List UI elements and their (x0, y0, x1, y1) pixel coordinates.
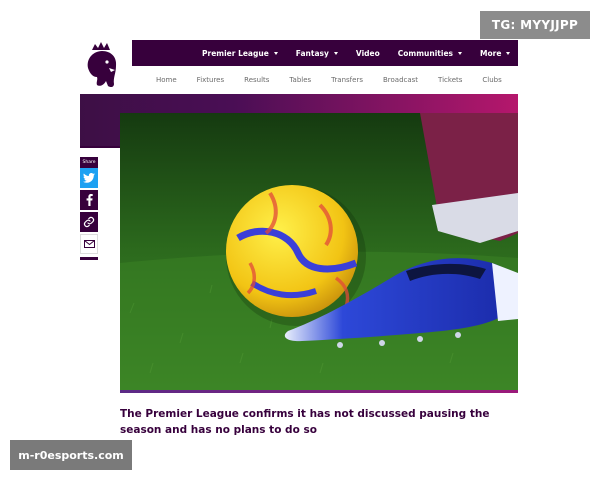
main-nav: Premier League Fantasy Video Communities… (202, 40, 511, 66)
telegram-watermark-badge: TG: MYYJJPP (480, 11, 590, 39)
article-hero-image[interactable] (120, 113, 518, 390)
subnav-tickets[interactable]: Tickets (438, 76, 462, 84)
email-icon (83, 240, 95, 248)
chevron-down-icon (333, 51, 338, 55)
share-facebook-button[interactable] (80, 190, 98, 210)
subnav-transfers[interactable]: Transfers (331, 76, 363, 84)
subnav-tables[interactable]: Tables (289, 76, 311, 84)
twitter-icon (83, 173, 95, 183)
subnav-home[interactable]: Home (156, 76, 177, 84)
nav-more[interactable]: More (480, 48, 511, 58)
sub-nav-bar: Home Fixtures Results Tables Transfers B… (132, 66, 518, 95)
share-link-button[interactable] (80, 212, 98, 232)
nav-premier-league[interactable]: Premier League (202, 49, 278, 58)
nav-fantasy[interactable]: Fantasy (296, 49, 338, 58)
premier-league-lion-logo[interactable] (80, 40, 132, 94)
sub-nav: Home Fixtures Results Tables Transfers B… (156, 66, 502, 94)
share-bar: Share (80, 157, 98, 267)
banner-divider (80, 146, 120, 148)
nav-label: Communities (397, 48, 453, 58)
facebook-icon (86, 194, 93, 206)
nav-label: More (480, 48, 502, 58)
nav-communities[interactable]: Communities (398, 49, 462, 58)
subnav-clubs[interactable]: Clubs (482, 76, 501, 84)
share-bar-footer (80, 257, 98, 260)
link-icon (83, 216, 95, 228)
chevron-down-icon (458, 51, 462, 55)
share-email-button[interactable] (80, 234, 98, 254)
subnav-results[interactable]: Results (244, 76, 269, 84)
chevron-down-icon (506, 51, 511, 55)
article-headline[interactable]: The Premier League confirms it has not d… (120, 406, 520, 438)
football-on-pitch-photo (120, 113, 518, 390)
share-label: Share (80, 157, 98, 168)
subnav-fixtures[interactable]: Fixtures (197, 76, 224, 84)
nav-label: Premier League (202, 48, 269, 58)
image-accent-line (120, 390, 518, 393)
nav-label: Fantasy (295, 48, 329, 58)
site-watermark-badge: m-r0esports.com (10, 440, 132, 470)
subnav-broadcast[interactable]: Broadcast (383, 76, 418, 84)
main-nav-bar: Premier League Fantasy Video Communities… (132, 40, 518, 66)
share-twitter-button[interactable] (80, 168, 98, 188)
chevron-down-icon (273, 51, 278, 55)
nav-video[interactable]: Video (356, 49, 380, 58)
nav-label: Video (355, 48, 380, 58)
